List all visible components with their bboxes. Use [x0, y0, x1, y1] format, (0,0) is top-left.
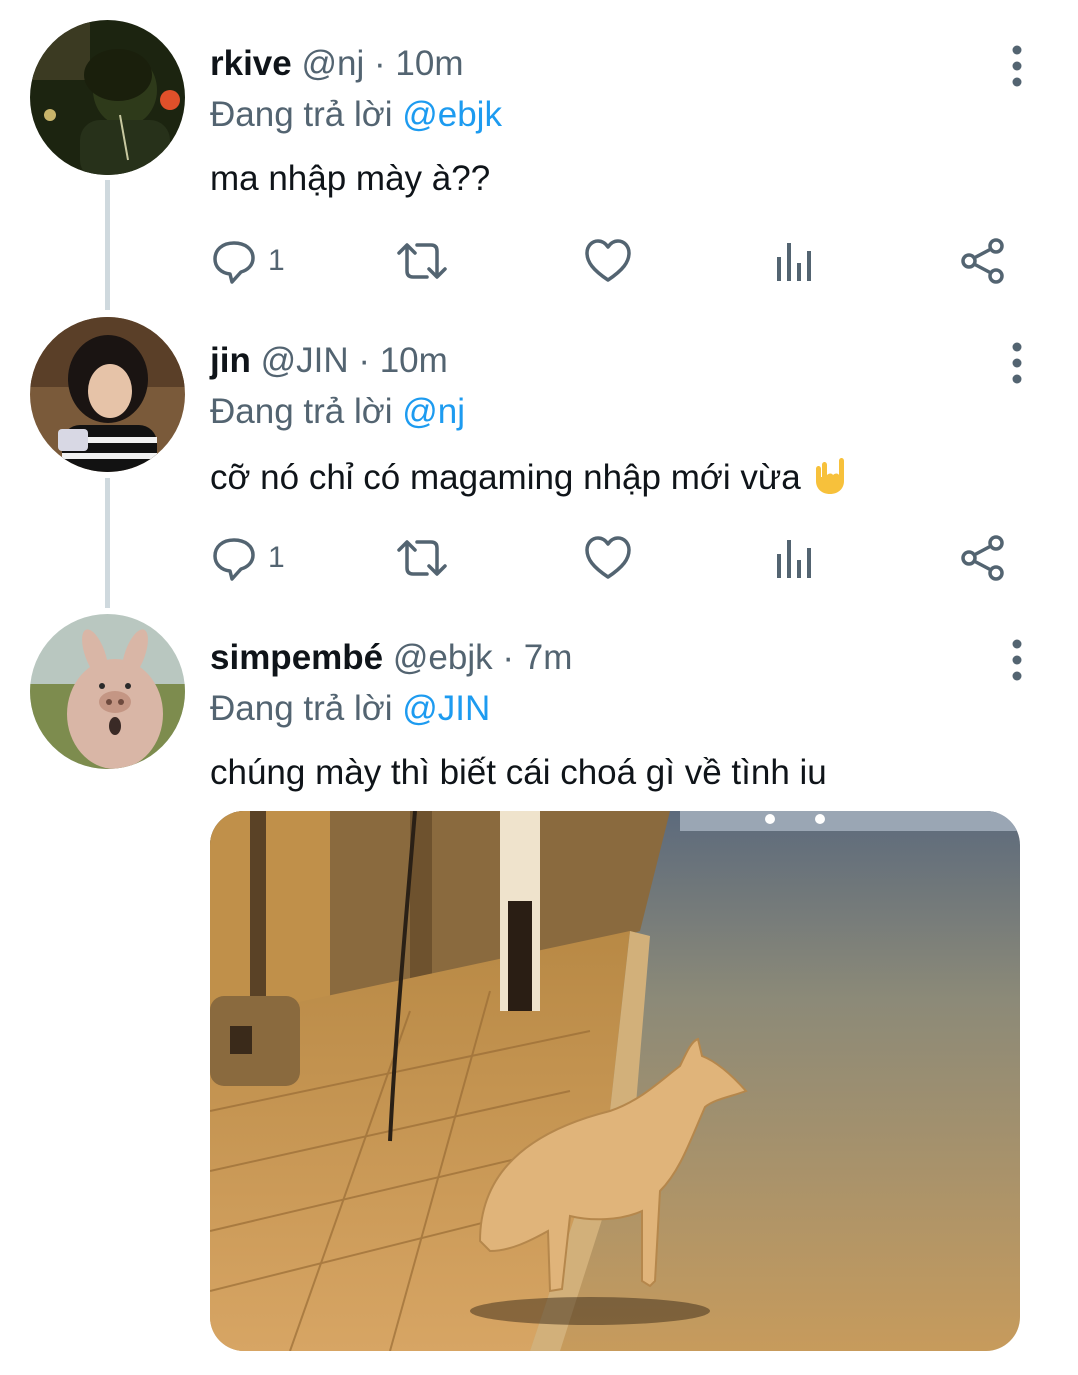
mention-link[interactable]: @ebjk	[402, 95, 502, 134]
mention-link[interactable]: @JIN	[402, 689, 490, 728]
replying-to-label: Đang trả lời	[210, 95, 393, 134]
display-name[interactable]: rkive	[210, 44, 292, 83]
tweet-text: cỡ nó chỉ có magaming nhập mới vừa	[210, 455, 846, 505]
reply-count: 1	[268, 541, 285, 574]
more-vertical-icon	[1012, 639, 1022, 681]
display-name[interactable]: jin	[210, 341, 251, 380]
replying-to-label: Đang trả lời	[210, 392, 393, 431]
username[interactable]: @JIN	[261, 341, 349, 380]
like-button[interactable]	[583, 533, 633, 583]
share-button[interactable]	[960, 533, 1006, 583]
share-icon	[961, 535, 1004, 581]
reply-count: 1	[268, 244, 285, 277]
more-vertical-icon	[1012, 45, 1022, 87]
username[interactable]: @ebjk	[393, 638, 493, 677]
tweet-header: rkive @nj · 10m	[210, 44, 463, 84]
avatar[interactable]	[30, 614, 185, 769]
share-icon	[961, 238, 1004, 284]
action-bar: 1	[210, 236, 1040, 286]
timestamp[interactable]: 10m	[395, 44, 463, 83]
avatar[interactable]	[30, 317, 185, 472]
separator-dot: ·	[358, 341, 370, 380]
replying-to-label: Đang trả lời	[210, 689, 393, 728]
retweet-icon	[397, 243, 447, 279]
tweet-photo[interactable]	[210, 811, 1020, 1351]
reply-icon	[213, 538, 255, 581]
timestamp[interactable]: 10m	[380, 341, 448, 380]
replying-to: Đang trả lời @nj	[210, 392, 465, 432]
separator-dot: ·	[502, 638, 514, 677]
more-options-button[interactable]	[1000, 341, 1034, 385]
analytics-button[interactable]	[775, 236, 815, 286]
more-options-button[interactable]	[1000, 638, 1034, 682]
analytics-button[interactable]	[775, 533, 815, 583]
share-button[interactable]	[960, 236, 1006, 286]
display-name[interactable]: simpembé	[210, 638, 383, 677]
tweet-text: ma nhập mày à??	[210, 159, 491, 198]
analytics-icon	[777, 540, 811, 578]
analytics-icon	[777, 243, 811, 281]
mention-link[interactable]: @nj	[402, 392, 465, 431]
timestamp[interactable]: 7m	[524, 638, 573, 677]
heart-icon	[585, 239, 631, 282]
tweet-text-content: cỡ nó chỉ có magaming nhập mới vừa	[210, 458, 801, 497]
more-vertical-icon	[1012, 342, 1022, 384]
separator-dot: ·	[374, 44, 386, 83]
retweet-button[interactable]	[395, 533, 449, 583]
username[interactable]: @nj	[301, 44, 364, 83]
avatar[interactable]	[30, 20, 185, 175]
heart-icon	[585, 536, 631, 579]
action-bar: 1	[210, 533, 1040, 583]
tweet-header: jin @JIN · 10m	[210, 341, 448, 381]
sign-of-horns-emoji	[810, 455, 846, 505]
like-button[interactable]	[583, 236, 633, 286]
tweet-header: simpembé @ebjk · 7m	[210, 638, 572, 678]
more-options-button[interactable]	[1000, 44, 1034, 88]
retweet-icon	[397, 540, 447, 576]
reply-button[interactable]: 1	[210, 533, 285, 583]
retweet-button[interactable]	[395, 236, 449, 286]
tweet-text: chúng mày thì biết cái choá gì về tình i…	[210, 753, 827, 792]
tweet[interactable]: rkive @nj · 10m Đang trả lời @ebjk ma nh…	[0, 18, 1078, 303]
reply-button[interactable]: 1	[210, 236, 285, 286]
replying-to: Đang trả lời @ebjk	[210, 95, 502, 135]
tweet[interactable]: jin @JIN · 10m Đang trả lời @nj cỡ nó ch…	[0, 315, 1078, 600]
reply-icon	[213, 241, 255, 284]
replying-to: Đang trả lời @JIN	[210, 689, 490, 729]
